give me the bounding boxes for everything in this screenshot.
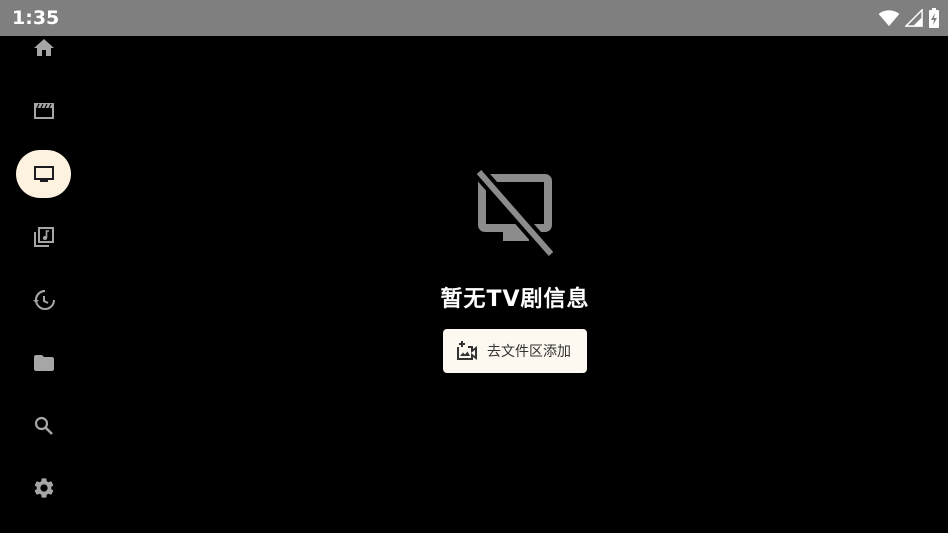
search-icon	[34, 416, 53, 435]
folder-icon	[33, 355, 54, 371]
history-icon	[32, 290, 55, 310]
gear-icon	[34, 478, 53, 498]
add-from-files-label: 去文件区添加	[487, 344, 571, 360]
nav-item-folder[interactable]	[16, 339, 71, 387]
signal-icon	[905, 9, 923, 27]
nav-item-tv[interactable]	[16, 150, 71, 198]
music-library-icon	[33, 227, 54, 247]
movie-icon	[33, 103, 54, 119]
battery-charging-icon	[929, 8, 939, 28]
status-icons	[878, 8, 940, 28]
nav-item-settings[interactable]	[16, 464, 71, 512]
nav-item-music[interactable]	[16, 213, 71, 261]
tv-icon	[33, 166, 54, 182]
nav-rail	[0, 36, 86, 533]
add-from-files-button[interactable]: 去文件区添加	[443, 329, 587, 373]
wifi-icon	[878, 10, 900, 27]
status-bar: 1:35	[0, 0, 948, 36]
nav-item-home[interactable]	[16, 24, 71, 72]
empty-state: 暂无TV剧信息 去文件区添加	[400, 165, 630, 373]
home-icon	[33, 39, 54, 56]
add-video-icon	[457, 341, 477, 360]
nav-item-search[interactable]	[16, 402, 71, 450]
empty-state-title: 暂无TV剧信息	[440, 287, 590, 312]
nav-item-movies[interactable]	[16, 86, 71, 134]
tv-off-icon	[473, 167, 557, 259]
nav-item-history[interactable]	[16, 276, 71, 324]
